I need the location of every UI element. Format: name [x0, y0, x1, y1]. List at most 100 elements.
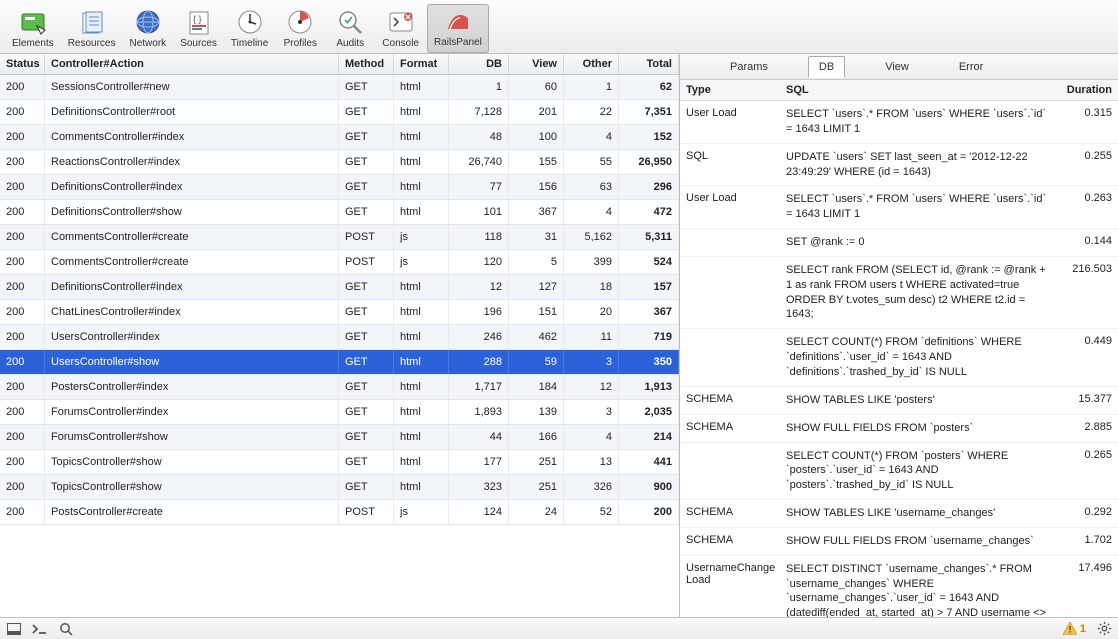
cell-format: html: [394, 275, 449, 299]
cell-total: 5,311: [619, 225, 679, 249]
sql-row[interactable]: SCHEMASHOW TABLES LIKE 'username_changes…: [680, 500, 1118, 528]
col-db[interactable]: DB: [449, 54, 509, 74]
sql-row[interactable]: SCHEMASHOW FULL FIELDS FROM `username_ch…: [680, 528, 1118, 556]
sql-row[interactable]: SELECT COUNT(*) FROM `definitions` WHERE…: [680, 329, 1118, 387]
tab-db[interactable]: DB: [808, 56, 845, 78]
cell-other: 20: [564, 300, 619, 324]
request-row[interactable]: 200DefinitionsController#rootGEThtml7,12…: [0, 100, 679, 125]
warnings-badge[interactable]: 1: [1063, 622, 1086, 635]
request-row[interactable]: 200UsersController#indexGEThtml246462117…: [0, 325, 679, 350]
tool-timeline[interactable]: Timeline: [225, 6, 274, 53]
requests-pane: Status Controller#Action Method Format D…: [0, 54, 680, 617]
settings-gear-icon[interactable]: [1096, 621, 1112, 637]
request-row[interactable]: 200ForumsController#indexGEThtml1,893139…: [0, 400, 679, 425]
detail-tabs: Params DB View Error: [680, 54, 1118, 80]
cell-action: DefinitionsController#show: [45, 200, 339, 224]
cell-view: 462: [509, 325, 564, 349]
col-method[interactable]: Method: [339, 54, 394, 74]
request-row[interactable]: 200CommentsController#createPOSTjs120539…: [0, 250, 679, 275]
request-row[interactable]: 200CommentsController#indexGEThtml481004…: [0, 125, 679, 150]
cell-other: 399: [564, 250, 619, 274]
sql-row[interactable]: SCHEMASHOW TABLES LIKE 'posters'15.377: [680, 387, 1118, 415]
tool-railspanel[interactable]: RailsPanel: [427, 4, 489, 53]
request-row[interactable]: 200TopicsController#showGEThtml177251134…: [0, 450, 679, 475]
tool-sources[interactable]: { }Sources: [174, 6, 223, 53]
request-row[interactable]: 200UsersController#showGEThtml288593350: [0, 350, 679, 375]
tab-view[interactable]: View: [875, 57, 919, 77]
cell-type: SCHEMA: [680, 387, 780, 414]
sql-row[interactable]: SQLUPDATE `users` SET last_seen_at = '20…: [680, 144, 1118, 187]
requests-body[interactable]: 200SessionsController#newGEThtml16016220…: [0, 75, 679, 617]
col-other[interactable]: Other: [564, 54, 619, 74]
cell-method: POST: [339, 225, 394, 249]
sql-row[interactable]: SELECT rank FROM (SELECT id, @rank := @r…: [680, 257, 1118, 329]
sql-body[interactable]: User LoadSELECT `users`.* FROM `users` W…: [680, 101, 1118, 617]
sql-row[interactable]: User LoadSELECT `users`.* FROM `users` W…: [680, 186, 1118, 229]
cell-action: UsersController#index: [45, 325, 339, 349]
request-row[interactable]: 200PostersController#indexGEThtml1,71718…: [0, 375, 679, 400]
col-total[interactable]: Total: [619, 54, 679, 74]
cell-db: 77: [449, 175, 509, 199]
request-row[interactable]: 200DefinitionsController#indexGEThtml771…: [0, 175, 679, 200]
request-row[interactable]: 200DefinitionsController#showGEThtml1013…: [0, 200, 679, 225]
cell-method: GET: [339, 400, 394, 424]
railspanel-icon: [444, 7, 472, 35]
sql-row[interactable]: SELECT COUNT(*) FROM `posters` WHERE `po…: [680, 443, 1118, 501]
tool-profiles[interactable]: Profiles: [276, 6, 324, 53]
request-row[interactable]: 200ForumsController#showGEThtml441664214: [0, 425, 679, 450]
col-action[interactable]: Controller#Action: [45, 54, 339, 74]
tab-params[interactable]: Params: [720, 57, 778, 77]
search-icon[interactable]: [58, 621, 74, 637]
cell-action: CommentsController#create: [45, 225, 339, 249]
dock-icon[interactable]: [6, 621, 22, 637]
sql-row[interactable]: UsernameChange LoadSELECT DISTINCT `user…: [680, 556, 1118, 617]
cell-format: html: [394, 175, 449, 199]
tool-audits[interactable]: Audits: [326, 6, 374, 53]
cell-sql: SELECT `users`.* FROM `users` WHERE `use…: [780, 101, 1058, 143]
col-status[interactable]: Status: [0, 54, 45, 74]
console-toggle-icon[interactable]: [32, 621, 48, 637]
tab-error[interactable]: Error: [949, 57, 993, 77]
tool-network[interactable]: Network: [124, 6, 173, 53]
tool-console[interactable]: Console: [376, 6, 425, 53]
cell-status: 200: [0, 250, 45, 274]
cell-sql: SELECT `users`.* FROM `users` WHERE `use…: [780, 186, 1058, 228]
col-format[interactable]: Format: [394, 54, 449, 74]
cell-action: CommentsController#index: [45, 125, 339, 149]
sql-row[interactable]: SET @rank := 00.144: [680, 229, 1118, 257]
tool-resources[interactable]: Resources: [62, 6, 122, 53]
cell-duration: 0.265: [1058, 443, 1118, 500]
cell-format: html: [394, 150, 449, 174]
tool-label: Profiles: [284, 38, 317, 49]
cell-format: js: [394, 225, 449, 249]
cell-db: 1,717: [449, 375, 509, 399]
cell-type: [680, 257, 780, 328]
devtools-toolbar: ElementsResourcesNetwork{ }SourcesTimeli…: [0, 0, 1118, 54]
cell-view: 367: [509, 200, 564, 224]
request-row[interactable]: 200TopicsController#showGEThtml323251326…: [0, 475, 679, 500]
tool-elements[interactable]: Elements: [6, 6, 60, 53]
cell-method: GET: [339, 375, 394, 399]
cell-total: 157: [619, 275, 679, 299]
cell-other: 1: [564, 75, 619, 99]
request-row[interactable]: 200SessionsController#newGEThtml160162: [0, 75, 679, 100]
sql-row[interactable]: SCHEMASHOW FULL FIELDS FROM `posters`2.8…: [680, 415, 1118, 443]
cell-other: 13: [564, 450, 619, 474]
console-icon: [387, 8, 415, 36]
cell-sql: SHOW FULL FIELDS FROM `posters`: [780, 415, 1058, 442]
cell-view: 127: [509, 275, 564, 299]
request-row[interactable]: 200ReactionsController#indexGEThtml26,74…: [0, 150, 679, 175]
sql-row[interactable]: User LoadSELECT `users`.* FROM `users` W…: [680, 101, 1118, 144]
request-row[interactable]: 200PostsController#createPOSTjs124245220…: [0, 500, 679, 525]
cell-method: GET: [339, 350, 394, 374]
request-row[interactable]: 200DefinitionsController#indexGEThtml121…: [0, 275, 679, 300]
request-row[interactable]: 200CommentsController#createPOSTjs118315…: [0, 225, 679, 250]
cell-total: 524: [619, 250, 679, 274]
cell-other: 52: [564, 500, 619, 524]
cell-total: 26,950: [619, 150, 679, 174]
cell-method: GET: [339, 300, 394, 324]
col-sql: SQL: [780, 80, 1058, 100]
cell-status: 200: [0, 150, 45, 174]
request-row[interactable]: 200ChatLinesController#indexGEThtml19615…: [0, 300, 679, 325]
col-view[interactable]: View: [509, 54, 564, 74]
